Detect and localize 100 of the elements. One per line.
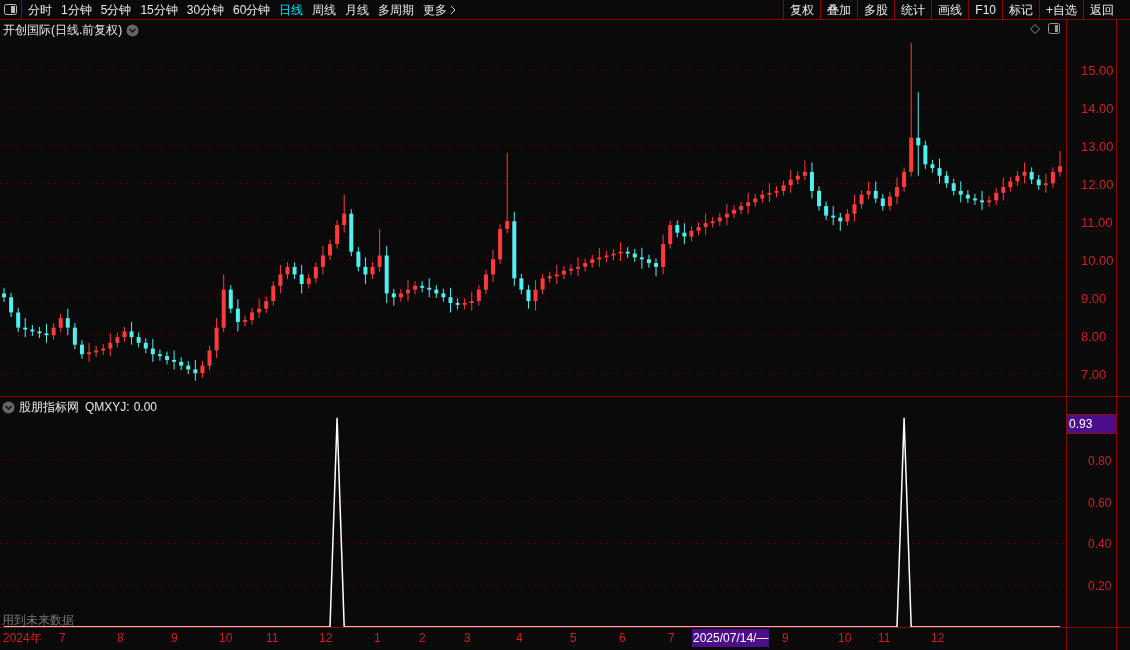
time-label: 8 xyxy=(116,630,125,647)
toolbar-button[interactable]: 画线 xyxy=(931,0,969,19)
time-label: 2025/07/14/— xyxy=(692,629,770,647)
candlestick xyxy=(894,177,899,205)
period-tab[interactable]: 月线 xyxy=(345,0,370,19)
candlestick xyxy=(299,264,304,294)
candlestick xyxy=(228,284,233,314)
candlestick xyxy=(313,261,318,284)
candlestick xyxy=(65,308,70,336)
candlestick xyxy=(824,201,829,221)
candlestick xyxy=(965,189,970,204)
chart-title: 开创国际(日线.前复权) xyxy=(3,22,123,39)
candlestick xyxy=(207,345,212,371)
candlestick xyxy=(739,201,744,215)
candlestick xyxy=(554,264,559,285)
toolbar-button[interactable]: 叠加 xyxy=(820,0,858,19)
toolbar-button[interactable]: F10 xyxy=(968,0,1002,19)
candlestick xyxy=(58,313,63,333)
candlestick xyxy=(654,258,659,277)
candlestick xyxy=(79,339,84,360)
candlestick xyxy=(94,345,99,358)
candlestick xyxy=(491,249,496,283)
time-label: 9 xyxy=(781,630,790,647)
toolbar-button[interactable]: 返回 xyxy=(1083,0,1120,19)
candlestick xyxy=(809,161,814,200)
toolbar-button[interactable]: +自选 xyxy=(1039,0,1083,19)
candlestick xyxy=(342,194,347,234)
period-tab[interactable]: 更多 xyxy=(423,0,457,19)
toolbar-button[interactable]: 复权 xyxy=(783,0,821,19)
candlestick xyxy=(398,288,403,303)
period-tab[interactable]: 分时 xyxy=(28,0,52,19)
candlestick xyxy=(87,342,92,363)
toolbar-button[interactable]: 多股 xyxy=(857,0,895,19)
candlestick xyxy=(483,269,488,295)
candlestick xyxy=(250,307,255,326)
candlestick xyxy=(420,280,425,293)
axis-label: 12.00 xyxy=(1081,176,1114,195)
period-tab[interactable]: 30分钟 xyxy=(186,0,225,19)
candlestick xyxy=(320,245,325,275)
candlestick xyxy=(887,191,892,212)
candlestick xyxy=(271,280,276,307)
panel-icon[interactable] xyxy=(1048,23,1060,34)
period-tab[interactable]: 60分钟 xyxy=(233,0,271,19)
axis-label: 0.40 xyxy=(1088,536,1112,554)
candlestick xyxy=(328,239,333,261)
candlestick xyxy=(519,273,524,295)
indicator-name: 股朋指标网 xyxy=(19,399,79,416)
candlestick xyxy=(533,279,538,312)
candlestick xyxy=(469,291,474,312)
candlestick xyxy=(1050,166,1055,189)
axis-label: 10.00 xyxy=(1081,252,1114,271)
indicator-value: 0.00 xyxy=(133,399,158,416)
time-label: 12 xyxy=(318,630,334,647)
candlestick xyxy=(335,220,340,250)
period-tab[interactable]: 15分钟 xyxy=(140,0,178,19)
candlestick xyxy=(235,298,240,332)
candlestick xyxy=(916,91,921,177)
dropdown-icon[interactable] xyxy=(126,23,140,37)
candlestick xyxy=(356,246,361,272)
axis-label: 8.00 xyxy=(1081,328,1107,347)
series-name: QMXYJ: xyxy=(85,399,130,416)
candlestick xyxy=(505,152,510,234)
candlestick xyxy=(817,185,822,212)
candlestick xyxy=(214,317,219,359)
candlestick xyxy=(937,158,942,184)
axis-label: 9.00 xyxy=(1081,290,1107,309)
axis-label: 0.60 xyxy=(1088,494,1112,512)
period-tab[interactable]: 1分钟 xyxy=(61,0,92,19)
period-tab[interactable]: 5分钟 xyxy=(100,0,132,19)
candlestick xyxy=(23,317,28,338)
candlestick xyxy=(363,256,368,285)
candlestick xyxy=(108,332,113,357)
candlestick xyxy=(703,213,708,236)
period-tab[interactable]: 日线 xyxy=(279,0,304,19)
candlestick xyxy=(540,273,545,295)
time-label: 7 xyxy=(667,630,676,647)
time-label: 10 xyxy=(218,630,234,647)
candlestick xyxy=(44,323,49,344)
toolbar-button[interactable]: 标记 xyxy=(1002,0,1039,19)
toolbar-button[interactable]: 统计 xyxy=(894,0,932,19)
candlestick xyxy=(129,321,134,346)
time-label: 10 xyxy=(837,630,853,647)
chevron-right-icon xyxy=(450,4,457,15)
candlestick xyxy=(873,180,878,204)
period-tab[interactable]: 多周期 xyxy=(378,0,415,19)
period-tab[interactable]: 周线 xyxy=(312,0,337,19)
candlestick xyxy=(72,322,77,350)
candlestick xyxy=(448,287,453,313)
candlestick xyxy=(987,195,992,208)
candlestick xyxy=(377,228,382,272)
time-label: 9 xyxy=(170,630,179,647)
candlestick xyxy=(646,254,651,269)
candlestick xyxy=(278,264,283,294)
candlestick xyxy=(165,351,170,365)
time-label: 4 xyxy=(515,630,524,647)
collapse-icon[interactable] xyxy=(2,400,15,414)
diamond-icon[interactable] xyxy=(1030,23,1040,34)
panel-icon xyxy=(4,4,17,15)
candlestick xyxy=(476,284,481,307)
axis-label: 14.00 xyxy=(1081,100,1114,119)
